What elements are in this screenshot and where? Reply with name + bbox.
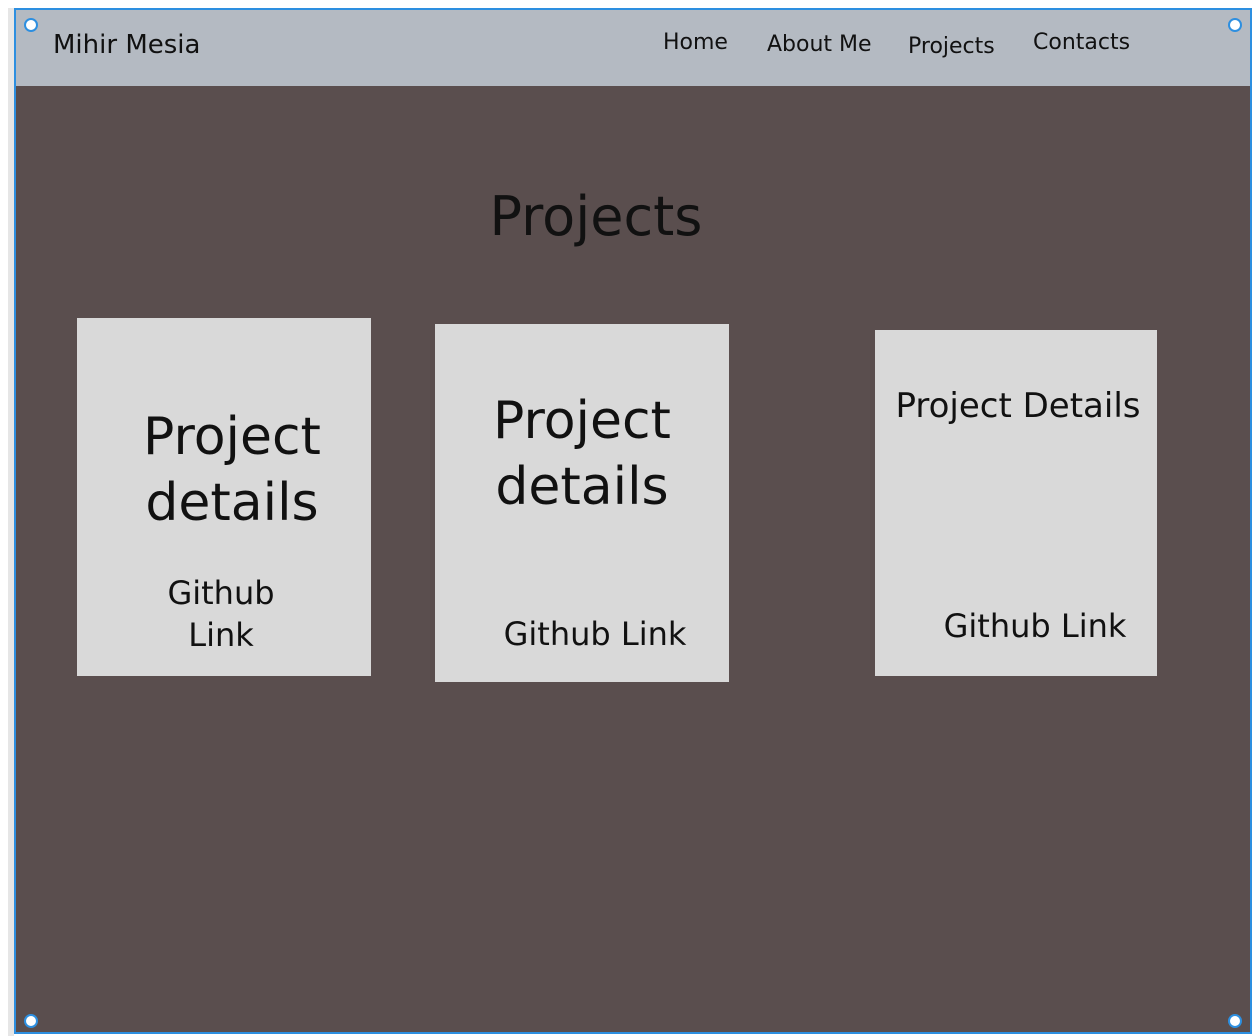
resize-handle-top-right[interactable]: [1228, 18, 1242, 32]
nav-link-contacts[interactable]: Contacts: [1033, 30, 1130, 55]
project-details-text: Project details: [143, 407, 321, 533]
navbar: Mihir Mesia Home About Me Projects Conta…: [16, 10, 1250, 86]
site-brand[interactable]: Mihir Mesia: [53, 30, 200, 60]
resize-handle-top-left[interactable]: [24, 18, 38, 32]
resize-handle-bottom-right[interactable]: [1228, 1014, 1242, 1028]
nav-link-about-me[interactable]: About Me: [767, 32, 872, 57]
resize-handle-bottom-left[interactable]: [24, 1014, 38, 1028]
nav-link-projects[interactable]: Projects: [908, 34, 995, 59]
page-frame: Mihir Mesia Home About Me Projects Conta…: [14, 8, 1252, 1034]
github-link[interactable]: Github Link: [935, 606, 1135, 646]
project-card: Project details Github Link: [435, 324, 729, 682]
project-card: Project Details Github Link: [875, 330, 1157, 676]
project-card: Project details Github Link: [77, 318, 371, 676]
github-link[interactable]: Github Link: [495, 614, 695, 654]
project-details-text: Project Details: [895, 386, 1141, 426]
page-title: Projects: [489, 185, 703, 248]
github-link[interactable]: Github Link: [151, 572, 291, 656]
project-details-text: Project details: [493, 391, 671, 517]
nav-link-home[interactable]: Home: [663, 30, 728, 55]
